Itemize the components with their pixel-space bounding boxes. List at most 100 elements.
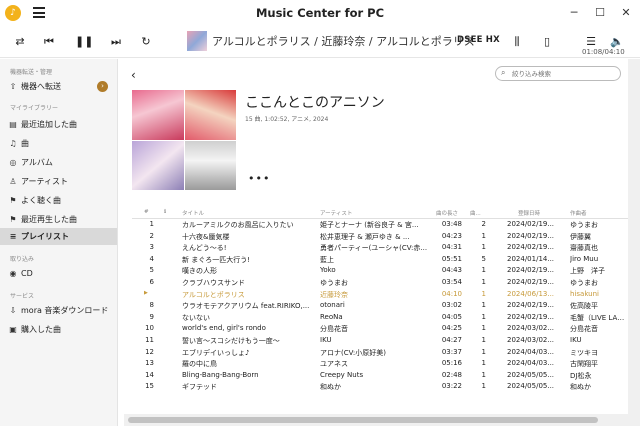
track-row[interactable]: 14 Bling-Bang-Bang-Born Creepy Nuts 02:48 1 2… [132, 370, 628, 382]
col-date[interactable]: 登録日時 [518, 209, 540, 217]
cell-composer: DJ松永 [570, 371, 592, 380]
section-import: 取り込み [10, 256, 35, 263]
sidebar-item-playlists[interactable]: ≡ プレイリスト [0, 228, 117, 245]
back-icon[interactable]: ‹ [131, 68, 136, 82]
cell-artist: アロナ(CV:小原好美) [320, 348, 386, 357]
previous-icon[interactable]: ⏮ [40, 34, 58, 50]
cell-disc: 1 [481, 266, 486, 275]
cover-tile [184, 140, 236, 190]
sidebar-item-frequent[interactable]: ⚑ よく聴く曲 [0, 192, 117, 209]
track-row[interactable]: 13 羅の中に鳥 ユアネス 05:16 1 2024/04/03... 古閑翔平 [132, 358, 628, 370]
info-icon[interactable]: ℹ [164, 209, 166, 215]
cell-composer: 古閑翔平 [570, 360, 598, 369]
playback-time: 01:08/04:10 [582, 48, 625, 56]
search-input[interactable] [512, 68, 612, 79]
now-playing-text[interactable]: アルコルとポラリス / 近藤玲奈 / アルコルとポラリス [212, 33, 475, 49]
more-options-icon[interactable]: ••• [248, 172, 270, 185]
cell-num: 6 [149, 277, 154, 286]
sidebar-item-albums[interactable]: ◎ アルバム [0, 154, 117, 171]
track-row[interactable]: 1 カルーアミルクのお風呂に入りたい 姫子とナーナ (新谷良子 & 宮... 03:4… [132, 219, 628, 231]
shuffle-icon[interactable]: ⇄ [12, 34, 28, 50]
col-length[interactable]: 曲の長さ [436, 209, 458, 217]
cell-composer: 上野 洋子 [570, 267, 605, 276]
next-icon[interactable]: ⏭ [107, 34, 125, 50]
maximize-icon[interactable]: ☐ [592, 5, 608, 21]
sidebar-item-recent-added[interactable]: ▤ 最近追加した曲 [0, 116, 117, 133]
col-num[interactable]: # [144, 209, 149, 215]
cell-composer: ゆうまお [570, 221, 598, 229]
track-row[interactable]: 15 ギフテッド 和ぬか 03:22 1 2024/05/05... 和ぬか [132, 381, 628, 393]
cell-disc: 1 [481, 370, 486, 379]
device-icon[interactable]: ▯ [540, 34, 554, 50]
cell-title: ないない [182, 313, 210, 322]
cell-artist: 近藤玲奈 [320, 290, 348, 299]
sidebar-item-purchased[interactable]: ▣ 購入した曲 [0, 321, 117, 338]
cell-date: 2024/02/19... [507, 301, 555, 310]
scroll-thumb[interactable] [128, 417, 598, 423]
app-title: Music Center for PC [255, 6, 385, 20]
sidebar-item-label: よく聴く曲 [21, 196, 61, 205]
track-row[interactable]: 10 world's end, girl's rondo 分島花音 04:25 1 202… [132, 323, 628, 335]
sidebar-item-mora[interactable]: ⇩ mora 音楽ダウンロード [0, 302, 117, 319]
cell-date: 2024/03/02... [507, 335, 555, 344]
dsee-hx-button[interactable]: DSEE HX [457, 35, 500, 45]
sidebar-item-label: mora 音楽ダウンロード [21, 306, 109, 315]
vertical-scrollbar[interactable] [628, 59, 640, 426]
now-playing-artwork[interactable] [187, 31, 207, 51]
track-row[interactable]: 9 ないない ReoNa 04:05 1 2024/02/19... 毛蟹（LIVE LAB… [132, 312, 628, 324]
track-row[interactable]: 6 クラブハウスサンド ゆうまお 03:54 1 2024/02/19... ゆうまお [132, 277, 628, 289]
cell-length: 04:23 [441, 231, 462, 240]
track-row[interactable]: 8 ウラオモテアクアリウム feat.RIRIKO,... otonari 03:02… [132, 300, 628, 312]
sidebar-item-artists[interactable]: ♙ アーティスト [0, 173, 117, 190]
cell-title: 誓い言〜スコシだけもう一度〜 [182, 336, 280, 345]
cell-length: 02:48 [441, 370, 462, 379]
transfer-arrow-icon[interactable]: › [97, 81, 108, 92]
cell-num: 8 [149, 301, 154, 310]
sidebar-item-transfer[interactable]: ⇧ 機器へ転送 › [0, 78, 117, 95]
sidebar-item-cd[interactable]: ◉ CD [0, 265, 117, 282]
equalizer-icon[interactable]: ⫼ [508, 34, 526, 50]
cell-date: 2024/02/19... [507, 220, 555, 228]
track-row[interactable]: 11 誓い言〜スコシだけもう一度〜 IKU 04:27 1 2024/03/02... IK… [132, 335, 628, 347]
cell-artist: ユアネス [320, 360, 348, 369]
track-row[interactable]: 4 新 まぐろ一匹大行う! 藍上 05:51 5 2024/01/14... Jiro Mu… [132, 254, 628, 266]
section-services: サービス [10, 293, 35, 300]
cell-num: 2 [149, 231, 154, 240]
cover-tile [184, 90, 236, 140]
repeat-icon[interactable]: ↻ [138, 34, 154, 50]
cell-artist: otonari [320, 301, 345, 310]
cell-title: world's end, girl's rondo [182, 324, 266, 333]
person-icon: ♙ [9, 177, 17, 186]
cell-artist: Creepy Nuts [320, 370, 364, 379]
col-artist[interactable]: アーティスト [320, 209, 352, 217]
track-row[interactable]: 2 十六夜&蜃気楼 松井恵理子 & 瀬戸ゆき & ... 04:23 1 2024/02/… [132, 231, 628, 243]
horizontal-scrollbar[interactable] [124, 414, 628, 426]
track-row[interactable]: ▶ アルコルとポラリス 近藤玲奈 04:10 1 2024/06/13... hisakun… [132, 289, 628, 301]
col-disc[interactable]: 曲... [470, 209, 481, 217]
track-row[interactable]: 3 えんどう〜る! 勇者パーティー(ユーシャ(CV:赤... 04:31 1 2024/0… [132, 242, 628, 254]
pause-icon[interactable]: ❚❚ [75, 34, 93, 50]
sidebar-item-recent-played[interactable]: ⚑ 最近再生した曲 [0, 211, 117, 228]
cell-artist: IKU [320, 335, 332, 344]
cell-num: 11 [145, 335, 154, 344]
section-library: マイライブラリー [10, 105, 59, 112]
cell-date: 2024/02/19... [507, 231, 555, 240]
cell-artist: 松井恵理子 & 瀬戸ゆき & ... [320, 232, 410, 241]
close-icon[interactable]: ✕ [618, 5, 634, 21]
cell-length: 03:02 [441, 301, 462, 310]
bag-icon: ▣ [9, 325, 17, 334]
sidebar-item-label: 最近追加した曲 [21, 120, 77, 129]
cell-date: 2024/02/19... [507, 266, 555, 275]
track-row[interactable]: 12 エブリデイいっしょ♪ アロナ(CV:小原好美) 03:37 1 2024/04/03… [132, 347, 628, 359]
cell-title: 羅の中に鳥 [182, 360, 217, 369]
cell-num: 3 [149, 243, 154, 252]
cell-date: 2024/04/03... [507, 359, 555, 368]
col-composer[interactable]: 作曲者 [570, 209, 587, 217]
col-title[interactable]: タイトル [182, 209, 204, 217]
track-row[interactable]: 5 嘆きの人形 Yoko 04:43 1 2024/02/19... 上野 洋子 [132, 265, 628, 277]
cell-disc: 1 [481, 347, 486, 356]
search-box[interactable]: ⌕ [495, 66, 621, 81]
sidebar-item-songs[interactable]: ♫ 曲 [0, 135, 117, 152]
minimize-icon[interactable]: ─ [566, 5, 582, 21]
cell-title: えんどう〜る! [182, 244, 227, 253]
